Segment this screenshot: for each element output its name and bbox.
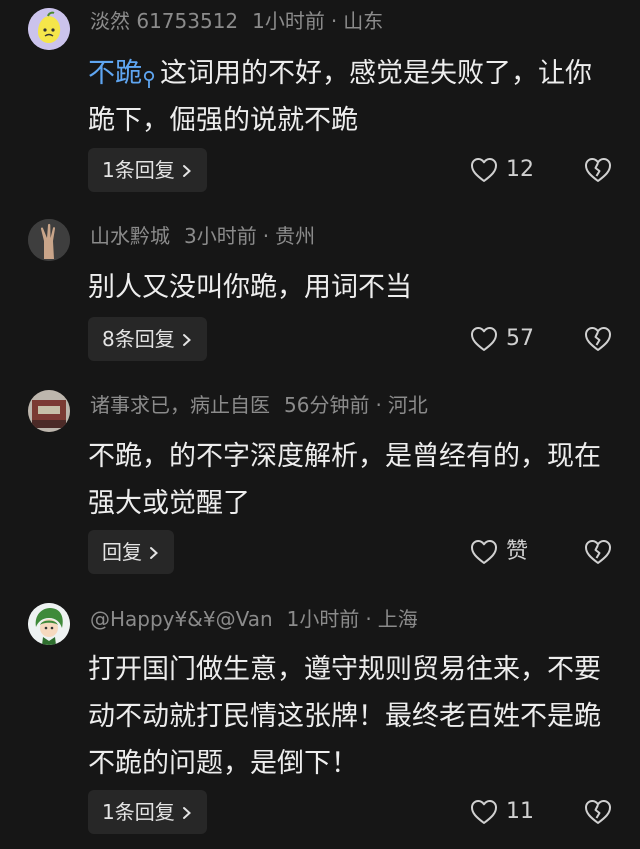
avatar[interactable] xyxy=(28,603,70,645)
comment-text: 打开国门做生意，遵守规则贸易往来，不要动不动就打民情这张牌！最终老百姓不是跪不跪… xyxy=(88,646,618,787)
username[interactable]: 淡然 61753512 xyxy=(90,9,238,33)
avatar[interactable] xyxy=(28,219,70,261)
comment-location: 贵州 xyxy=(275,224,316,248)
broken-heart-icon xyxy=(585,800,611,824)
reply-button[interactable]: 回复 xyxy=(88,530,174,574)
avatar[interactable] xyxy=(28,8,70,50)
comment-body: 打开国门做生意，遵守规则贸易往来，不要动不动就打民情这张牌！最终老百姓不是跪不跪… xyxy=(88,654,601,779)
like-button[interactable]: 赞 xyxy=(470,537,528,567)
chevron-right-icon xyxy=(150,547,158,559)
like-count: 11 xyxy=(506,799,534,824)
comment-body: 别人又没叫你跪，用词不当 xyxy=(88,272,412,303)
comment-meta: 诸事求已，病止自医 56分钟前 · 河北 xyxy=(90,393,428,417)
comment-text: 不跪，的不字深度解析，是曾经有的，现在强大或觉醒了 xyxy=(88,433,618,527)
building-avatar-icon xyxy=(28,390,70,432)
like-count: 12 xyxy=(506,157,534,182)
reply-count-label: 1条回复 xyxy=(102,800,175,824)
comment-body: 不跪，的不字深度解析，是曾经有的，现在强大或觉醒了 xyxy=(88,441,601,519)
comment-location: 山东 xyxy=(343,9,384,33)
dislike-button[interactable] xyxy=(584,538,612,566)
comment-location: 上海 xyxy=(377,607,418,631)
comment-time: 1小时前 xyxy=(286,607,360,631)
comment-time: 3小时前 xyxy=(184,224,257,248)
like-button[interactable]: 11 xyxy=(470,797,534,827)
like-count: 57 xyxy=(506,326,534,351)
reply-count-label: 8条回复 xyxy=(102,327,175,351)
username[interactable]: @Happy¥&¥@Van xyxy=(90,607,273,631)
username[interactable]: 诸事求已，病止自医 xyxy=(90,393,270,417)
dislike-button[interactable] xyxy=(584,325,612,353)
comment-time: 56分钟前 xyxy=(284,393,370,417)
broken-heart-icon xyxy=(585,540,611,564)
dislike-button[interactable] xyxy=(584,798,612,826)
chevron-right-icon xyxy=(182,334,191,346)
lemon-avatar-icon xyxy=(28,8,70,50)
heart-icon xyxy=(471,540,497,564)
reply-count-label: 1条回复 xyxy=(102,158,175,182)
like-button[interactable]: 57 xyxy=(470,324,534,354)
comment-location: 河北 xyxy=(387,393,428,417)
heart-icon xyxy=(471,327,497,351)
comment-body: 这词用的不好，感觉是失败了，让你跪下，倔强的说就不跪 xyxy=(88,58,592,136)
heart-icon xyxy=(471,158,497,182)
chevron-right-icon xyxy=(182,165,191,177)
like-label: 赞 xyxy=(506,539,529,564)
view-replies-button[interactable]: 1条回复 xyxy=(88,148,207,192)
search-icon[interactable] xyxy=(142,58,156,88)
reply-label: 回复 xyxy=(102,540,142,564)
view-replies-button[interactable]: 1条回复 xyxy=(88,790,207,834)
dislike-button[interactable] xyxy=(584,156,612,184)
chevron-right-icon xyxy=(182,807,191,819)
comment-time: 1小时前 xyxy=(252,9,325,33)
cartoon-character-avatar-icon xyxy=(28,603,70,645)
comment-text: 别人又没叫你跪，用词不当 xyxy=(88,264,618,311)
view-replies-button[interactable]: 8条回复 xyxy=(88,317,207,361)
avatar[interactable] xyxy=(28,390,70,432)
heart-icon xyxy=(471,800,497,824)
search-link[interactable]: 不跪 xyxy=(88,58,142,89)
like-button[interactable]: 12 xyxy=(470,155,534,185)
broken-heart-icon xyxy=(585,158,611,182)
broken-heart-icon xyxy=(585,327,611,351)
comment-meta: 淡然 61753512 1小时前 · 山东 xyxy=(90,9,384,33)
comment-meta: @Happy¥&¥@Van 1小时前 · 上海 xyxy=(90,607,418,631)
comment-text: 不跪 这词用的不好，感觉是失败了，让你跪下，倔强的说就不跪 xyxy=(88,50,618,144)
comment-meta: 山水黔城 3小时前 · 贵州 xyxy=(90,224,316,248)
username[interactable]: 山水黔城 xyxy=(90,224,170,248)
hand-gesture-avatar-icon xyxy=(28,219,70,261)
